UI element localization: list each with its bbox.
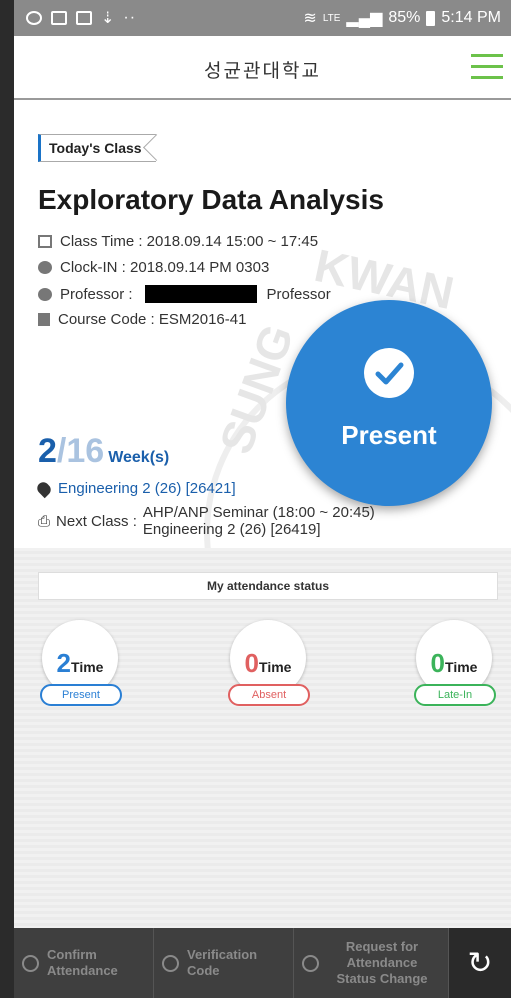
bottom-action-bar: Confirm Attendance Verification Code Req…: [14, 928, 511, 998]
professor-label: Professor :: [60, 285, 133, 303]
course-code-row: Course Code : ESM2016-41: [38, 311, 246, 328]
notification-icons: ⇣ ··: [26, 8, 136, 28]
header-title: 성균관대학교: [204, 60, 321, 82]
status-bar: ⇣ ·· ≋ LTE ▂▄▆ 85% 5:14 PM: [14, 0, 511, 36]
checkmark-icon: [364, 348, 414, 398]
calendar-icon: [38, 235, 52, 248]
verification-code-label: Verification Code: [187, 947, 258, 978]
confirm-attendance-label: Confirm Attendance: [47, 947, 118, 978]
network-type: LTE: [322, 12, 341, 24]
app-notification-icon: [26, 11, 42, 25]
battery-level: 85%: [388, 9, 421, 26]
verification-code-button[interactable]: Verification Code: [154, 928, 294, 998]
today-class-tag: Today's Class: [38, 134, 156, 162]
present-count: 2Time Present: [40, 620, 122, 712]
download-icon: ⇣: [101, 10, 115, 27]
location-pin-icon: [34, 479, 54, 498]
refresh-icon[interactable]: ↻: [449, 928, 511, 998]
week-label: Week(s): [108, 449, 170, 466]
hamburger-menu-icon[interactable]: [471, 54, 503, 80]
absent-count: 0Time Absent: [228, 620, 310, 712]
next-class-row: ⎙ Next Class : AHP/ANP Seminar (18:00 ~ …: [38, 504, 375, 538]
attendance-status-title: My attendance status: [38, 572, 498, 600]
present-unit: Time: [71, 659, 104, 675]
late-in-count: 0Time Late-In: [414, 620, 496, 712]
attendance-status-button[interactable]: Present: [286, 300, 492, 506]
week-total: /16: [56, 432, 105, 470]
course-title: Exploratory Data Analysis: [38, 184, 384, 215]
confirm-attendance-button[interactable]: Confirm Attendance: [14, 928, 154, 998]
vibrate-icon: ≋: [303, 10, 317, 27]
week-current: 2: [38, 432, 57, 470]
redacted-name: [144, 285, 257, 303]
late-in-badge: Late-In: [414, 684, 496, 706]
check-circle-icon: [162, 954, 179, 972]
absent-number: 0: [244, 648, 260, 678]
class-time-row: Class Time : 2018.09.14 15:00 ~ 17:45: [38, 233, 318, 250]
course-code: Course Code : ESM2016-41: [58, 311, 247, 328]
user-circle-icon: [22, 954, 39, 972]
attendance-status-panel: My attendance status 2Time Present 0Time…: [14, 548, 511, 928]
system-status: ≋ LTE ▂▄▆ 85% 5:14 PM: [303, 8, 501, 28]
absent-unit: Time: [259, 659, 292, 675]
app-header: 성균관대학교: [14, 36, 511, 100]
clock-in-row: Clock-IN : 2018.09.14 PM 0303: [38, 259, 269, 276]
attendance-status-label: Present: [341, 420, 437, 450]
present-badge: Present: [40, 684, 122, 706]
room-row: Engineering 2 (26) [26421]: [34, 479, 236, 498]
next-class-label: Next Class :: [56, 512, 137, 530]
week-progress: 2/16 Week(s): [38, 432, 169, 471]
person-icon: [38, 287, 52, 301]
late-in-number: 0: [430, 648, 446, 678]
clock: 5:14 PM: [441, 9, 501, 26]
phone-screen: ⇣ ·· ≋ LTE ▂▄▆ 85% 5:14 PM 성균관대학교 KWAN S…: [14, 0, 511, 998]
signal-icon: ▂▄▆: [346, 10, 383, 27]
present-number: 2: [56, 648, 72, 678]
request-status-change-label: Request for Attendance Status Change: [336, 939, 428, 986]
today-class-card: KWAN SUNG Today's Class Exploratory Data…: [14, 102, 511, 548]
class-time: Class Time : 2018.09.14 15:00 ~ 17:45: [60, 233, 319, 250]
image-notification-icon: [51, 11, 67, 25]
next-class-icon: ⎙: [38, 512, 51, 530]
battery-icon: [426, 10, 436, 26]
late-in-unit: Time: [445, 659, 478, 675]
mail-notification-icon: [76, 11, 92, 25]
room-location: Engineering 2 (26) [26421]: [58, 480, 236, 497]
absent-badge: Absent: [228, 684, 310, 706]
request-status-change-button[interactable]: Request for Attendance Status Change: [294, 928, 449, 998]
info-circle-icon: [302, 954, 319, 972]
next-class-name: AHP/ANP Seminar (18:00 ~ 20:45): [142, 504, 375, 521]
clock-icon: [38, 261, 52, 274]
professor-suffix: Professor: [266, 285, 331, 303]
next-class-room: Engineering 2 (26) [26419]: [142, 521, 321, 538]
clock-in-time: Clock-IN : 2018.09.14 PM 0303: [60, 259, 270, 276]
professor-row: Professor : Professor: [38, 285, 331, 303]
book-icon: [38, 313, 50, 326]
more-notifications-icon: ··: [123, 9, 137, 26]
